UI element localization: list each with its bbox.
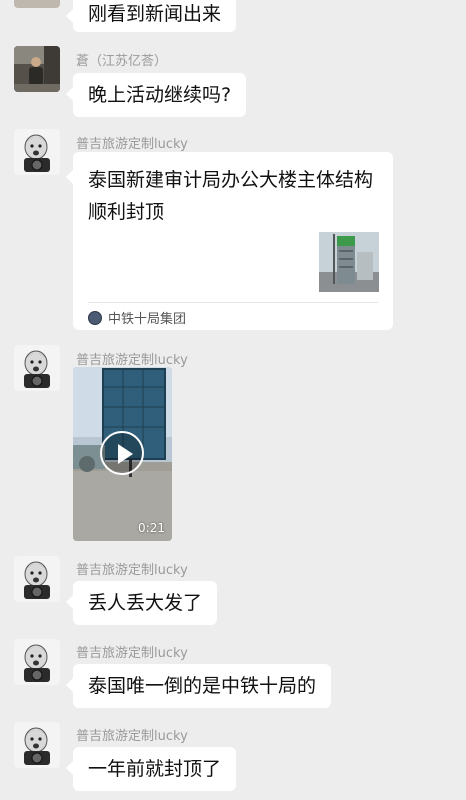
link-card-source-label: 中铁十局集团 bbox=[108, 312, 187, 327]
message-bubble[interactable]: 一年前就封顶了 bbox=[65, 747, 237, 791]
message-text: 刚看到新闻出来 bbox=[88, 3, 222, 25]
message-text: 晚上活动继续吗? bbox=[88, 84, 232, 106]
avatar[interactable] bbox=[14, 556, 60, 602]
message-bubble[interactable]: 刚看到新闻出来 bbox=[65, 0, 237, 32]
link-card-thumbnail bbox=[319, 232, 379, 292]
message-text: 一年前就封顶了 bbox=[88, 758, 222, 780]
sender-name: 普吉旅游定制lucky bbox=[76, 729, 188, 744]
source-logo-icon bbox=[88, 310, 102, 325]
sender-name: 普吉旅游定制lucky bbox=[76, 137, 188, 152]
avatar[interactable] bbox=[14, 639, 60, 685]
link-card[interactable]: 泰国新建审计局办公大楼主体结构顺利封顶 中铁十局集团 bbox=[66, 152, 393, 330]
message-bubble[interactable]: 晚上活动继续吗? bbox=[65, 73, 247, 117]
play-icon[interactable] bbox=[100, 431, 144, 475]
sender-name: 普吉旅游定制lucky bbox=[76, 646, 188, 661]
avatar[interactable] bbox=[14, 722, 60, 768]
avatar[interactable] bbox=[14, 46, 60, 92]
avatar[interactable] bbox=[14, 0, 60, 8]
message-bubble[interactable]: 丢人丢大发了 bbox=[65, 581, 218, 625]
divider bbox=[88, 302, 378, 303]
sender-name: 蒼（江苏亿荅） bbox=[76, 54, 168, 69]
avatar[interactable] bbox=[14, 129, 60, 175]
link-card-source: 中铁十局集团 bbox=[88, 308, 186, 327]
video-message[interactable]: 0:21 bbox=[73, 367, 172, 541]
message-text: 丢人丢大发了 bbox=[88, 592, 203, 614]
message-text: 泰国唯一倒的是中铁十局的 bbox=[88, 675, 317, 697]
message-bubble[interactable]: 泰国唯一倒的是中铁十局的 bbox=[65, 664, 332, 708]
sender-name: 普吉旅游定制lucky bbox=[76, 353, 188, 368]
link-card-title: 泰国新建审计局办公大楼主体结构顺利封顶 bbox=[88, 169, 374, 223]
sender-name: 普吉旅游定制lucky bbox=[76, 563, 188, 578]
avatar[interactable] bbox=[14, 345, 60, 391]
video-duration: 0:21 bbox=[138, 521, 165, 535]
